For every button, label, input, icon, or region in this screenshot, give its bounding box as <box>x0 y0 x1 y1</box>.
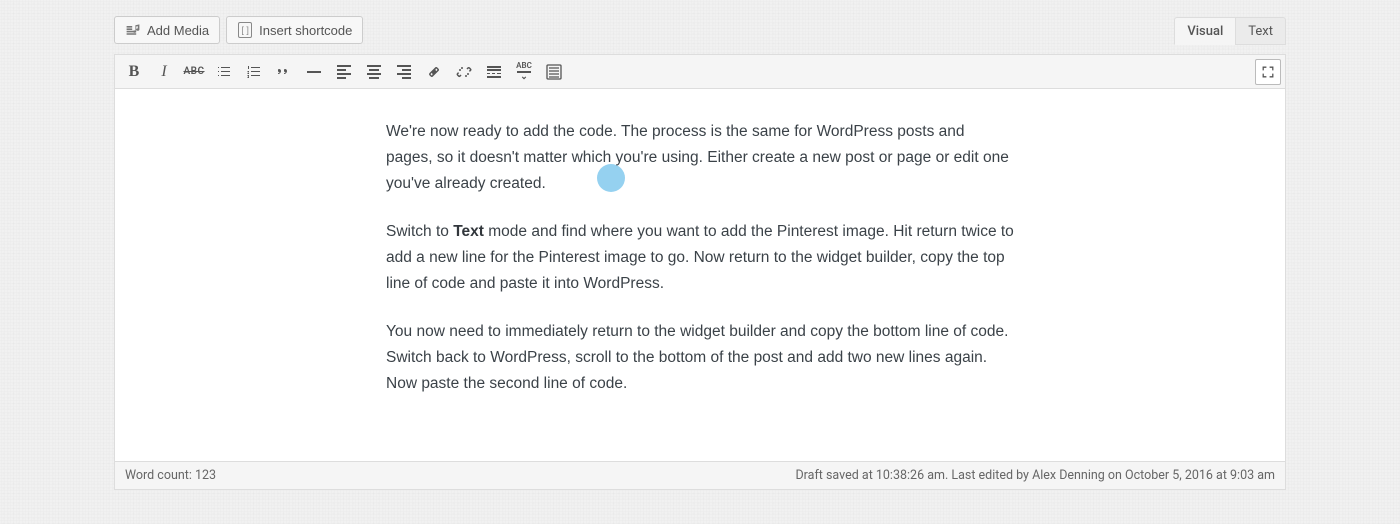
chevron-down-icon: ⌄ <box>520 73 528 82</box>
p2-bold: Text <box>453 223 484 240</box>
toolbar-toggle-button[interactable] <box>539 57 569 87</box>
p2-pre: Switch to <box>386 223 453 240</box>
strikethrough-button[interactable]: ABC <box>179 57 209 87</box>
tab-text-label: Text <box>1248 24 1273 39</box>
add-media-label: Add Media <box>147 24 209 37</box>
tab-text[interactable]: Text <box>1235 17 1286 45</box>
paragraph-1: We're now ready to add the code. The pro… <box>386 119 1014 197</box>
word-count: Word count: 123 <box>125 468 216 483</box>
paragraph-3: You now need to immediately return to th… <box>386 319 1014 397</box>
save-status: Draft saved at 10:38:26 am. Last edited … <box>795 468 1275 483</box>
italic-button[interactable]: I <box>149 57 179 87</box>
camera-music-icon <box>125 22 141 38</box>
read-more-button[interactable] <box>479 57 509 87</box>
bold-button[interactable]: B <box>119 57 149 87</box>
horizontal-rule-button[interactable] <box>299 57 329 87</box>
fullscreen-button[interactable] <box>1255 59 1281 85</box>
ordered-list-button[interactable] <box>239 57 269 87</box>
insert-shortcode-button[interactable]: [ ] Insert shortcode <box>226 16 363 44</box>
spellcheck-button[interactable]: ABC ⌄ <box>509 57 539 87</box>
word-count-label: Word count: <box>125 468 195 483</box>
tab-visual[interactable]: Visual <box>1174 17 1235 45</box>
align-right-button[interactable] <box>389 57 419 87</box>
blockquote-button[interactable] <box>269 57 299 87</box>
spellcheck-label: ABC <box>516 62 532 70</box>
editor-toolbar: B I ABC <box>115 55 1285 89</box>
editor-content-area[interactable]: We're now ready to add the code. The pro… <box>115 89 1285 461</box>
paragraph-2: Switch to Text mode and find where you w… <box>386 219 1014 297</box>
editor-statusbar: Word count: 123 Draft saved at 10:38:26 … <box>115 461 1285 489</box>
link-button[interactable] <box>419 57 449 87</box>
shortcode-icon: [ ] <box>237 22 253 38</box>
media-buttons: Add Media [ ] Insert shortcode <box>114 16 363 44</box>
align-left-button[interactable] <box>329 57 359 87</box>
editor-container: B I ABC <box>114 54 1286 490</box>
editor-tabs: Visual Text <box>1174 16 1286 44</box>
add-media-button[interactable]: Add Media <box>114 16 220 44</box>
align-center-button[interactable] <box>359 57 389 87</box>
tab-visual-label: Visual <box>1187 24 1223 39</box>
word-count-value: 123 <box>195 468 216 483</box>
unlink-button[interactable] <box>449 57 479 87</box>
insert-shortcode-label: Insert shortcode <box>259 24 352 37</box>
unordered-list-button[interactable] <box>209 57 239 87</box>
